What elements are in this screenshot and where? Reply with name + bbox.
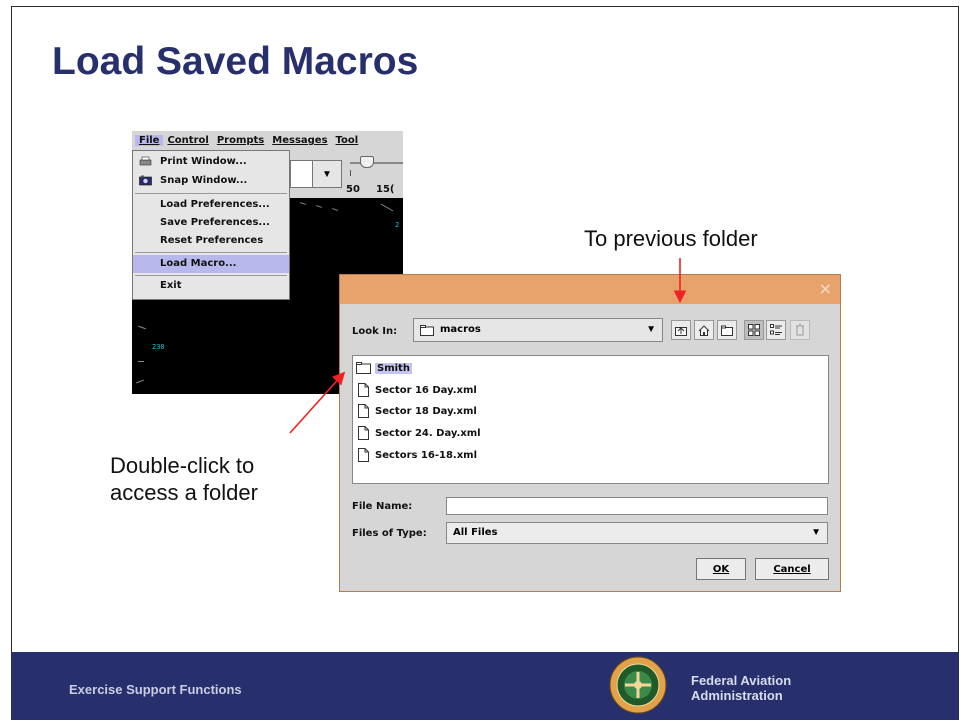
home-button[interactable] bbox=[694, 320, 714, 340]
menu-item-load-macro[interactable]: Load Macro... bbox=[133, 255, 289, 273]
menu-item-label: Save Preferences... bbox=[160, 217, 270, 228]
menu-item-label: Load Macro... bbox=[160, 258, 237, 269]
menu-item-label: Reset Preferences bbox=[160, 235, 264, 246]
range-slider[interactable] bbox=[350, 162, 403, 164]
radar-label: 2 bbox=[395, 221, 400, 229]
file-list-item-label: Sectors 16-18.xml bbox=[375, 449, 478, 461]
chevron-down-icon[interactable]: ▼ bbox=[646, 324, 656, 335]
document-icon bbox=[356, 383, 371, 398]
dialog-title-bar[interactable]: × bbox=[340, 275, 840, 304]
menu-item-load-preferences[interactable]: Load Preferences... bbox=[133, 196, 289, 214]
folder-icon bbox=[356, 361, 371, 376]
file-list-item-label: Sector 16 Day.xml bbox=[375, 384, 477, 396]
menu-messages[interactable]: Messages bbox=[268, 135, 331, 146]
file-name-label: File Name: bbox=[352, 501, 413, 512]
details-view-button[interactable] bbox=[766, 320, 786, 340]
file-list-item-label: Sector 18 Day.xml bbox=[375, 405, 477, 417]
radar-mark bbox=[136, 379, 144, 384]
look-in-label: Look In: bbox=[352, 326, 397, 337]
menu-prompts[interactable]: Prompts bbox=[213, 135, 268, 146]
ok-button-label: OK bbox=[712, 563, 730, 575]
slide-footer: Exercise Support Functions Federal Aviat… bbox=[11, 652, 959, 720]
close-icon[interactable]: × bbox=[819, 279, 832, 298]
menu-item-snap-window[interactable]: Snap Window... bbox=[133, 172, 289, 190]
menu-item-print-window[interactable]: Print Window... bbox=[133, 153, 289, 171]
look-in-label-text: Look In: bbox=[352, 326, 398, 337]
slider-label: 50 bbox=[346, 184, 360, 195]
delete-button[interactable] bbox=[790, 320, 810, 340]
look-in-value: macros bbox=[440, 324, 481, 335]
radar-mark bbox=[299, 202, 307, 205]
up-one-level-button[interactable] bbox=[671, 320, 691, 340]
file-list-item-folder[interactable]: Smith bbox=[356, 358, 412, 378]
footer-section-title: Exercise Support Functions bbox=[69, 682, 242, 697]
slider-ticks bbox=[350, 170, 403, 176]
folder-icon bbox=[420, 325, 434, 336]
files-of-type-value: All Files bbox=[453, 527, 498, 538]
files-of-type-label: Files of Type: bbox=[352, 528, 427, 539]
agency-name-line1: Federal Aviation bbox=[691, 673, 792, 688]
menu-file[interactable]: File bbox=[135, 135, 164, 146]
document-icon bbox=[356, 448, 371, 463]
menu-item-label: Print Window... bbox=[160, 156, 247, 167]
list-view-button[interactable] bbox=[744, 320, 764, 340]
chevron-down-icon[interactable]: ▼ bbox=[811, 527, 821, 538]
radar-mark bbox=[380, 203, 394, 212]
menu-control[interactable]: Control bbox=[163, 135, 212, 146]
menu-separator bbox=[135, 193, 287, 194]
file-menu: Print Window... Snap Window... Load Pref… bbox=[132, 150, 290, 300]
agency-name-line2: Administration bbox=[691, 688, 783, 703]
list-view-icon bbox=[748, 324, 760, 336]
new-folder-icon bbox=[721, 325, 733, 336]
menu-item-reset-preferences[interactable]: Reset Preferences bbox=[133, 232, 289, 250]
slider-thumb[interactable] bbox=[360, 156, 374, 168]
radar-label: 230 bbox=[152, 343, 165, 351]
files-of-type-select[interactable]: All Files ▼ bbox=[446, 522, 828, 544]
menu-bar: File Control Prompts Messages Tool bbox=[132, 131, 403, 150]
menu-item-label: Exit bbox=[160, 280, 182, 291]
slide-title: Load Saved Macros bbox=[52, 40, 419, 83]
radar-mark bbox=[331, 208, 339, 211]
file-list-item[interactable]: Sector 18 Day.xml bbox=[356, 401, 477, 421]
delete-icon bbox=[796, 324, 804, 336]
radar-mark bbox=[138, 325, 146, 330]
camera-icon bbox=[139, 175, 152, 186]
document-icon bbox=[356, 426, 371, 441]
radar-mark bbox=[138, 361, 144, 362]
printer-icon bbox=[139, 156, 152, 166]
agency-name: Federal Aviation Administration bbox=[691, 673, 791, 703]
file-list[interactable]: Smith Sector 16 Day.xml Sector 18 Day.xm… bbox=[352, 355, 829, 484]
menu-item-label: Snap Window... bbox=[160, 175, 248, 186]
slide: Load Saved Macros File Control Prompts M… bbox=[0, 0, 963, 725]
faa-seal-logo bbox=[609, 656, 667, 714]
file-chooser-dialog: × Look In: macros ▼ Smith Sector 16 Day.… bbox=[339, 274, 841, 592]
details-view-icon bbox=[770, 324, 782, 335]
new-folder-button[interactable] bbox=[717, 320, 737, 340]
menu-separator bbox=[135, 252, 287, 253]
callout-double-click-line2: access a folder bbox=[110, 480, 258, 505]
menu-tools[interactable]: Tool bbox=[332, 135, 363, 146]
slider-label: 15( bbox=[376, 184, 395, 195]
file-list-item[interactable]: Sector 24. Day.xml bbox=[356, 423, 481, 443]
menu-item-save-preferences[interactable]: Save Preferences... bbox=[133, 214, 289, 232]
home-icon bbox=[698, 324, 710, 336]
file-list-item[interactable]: Sectors 16-18.xml bbox=[356, 445, 477, 465]
file-list-item-label: Smith bbox=[375, 362, 412, 374]
file-name-field[interactable] bbox=[446, 497, 828, 515]
look-in-combo[interactable]: macros ▼ bbox=[413, 318, 663, 342]
menu-item-exit[interactable]: Exit bbox=[133, 277, 289, 295]
file-list-item-label: Sector 24. Day.xml bbox=[375, 427, 481, 439]
callout-double-click-line1: Double-click to bbox=[110, 453, 255, 478]
callout-previous-folder: To previous folder bbox=[584, 226, 758, 251]
document-icon bbox=[356, 404, 371, 419]
menu-item-label: Load Preferences... bbox=[160, 199, 270, 210]
up-one-level-icon bbox=[675, 326, 687, 336]
cancel-button-label: Cancel bbox=[773, 563, 811, 575]
ok-button[interactable]: OK bbox=[696, 558, 746, 580]
radar-mark bbox=[315, 205, 323, 208]
menu-separator bbox=[135, 275, 287, 276]
chevron-down-icon[interactable]: ▼ bbox=[312, 160, 342, 188]
cancel-button[interactable]: Cancel bbox=[755, 558, 829, 580]
file-list-item[interactable]: Sector 16 Day.xml bbox=[356, 380, 477, 400]
